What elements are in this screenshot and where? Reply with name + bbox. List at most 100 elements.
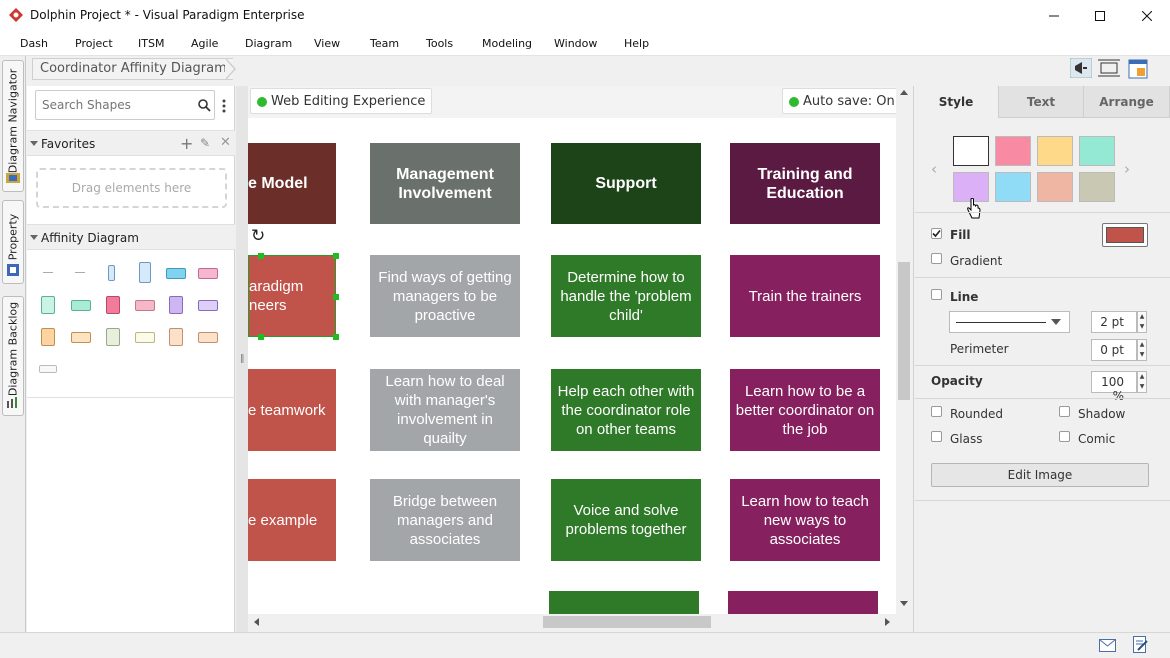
menu-agile[interactable]: Agile xyxy=(191,37,218,50)
menu-help[interactable]: Help xyxy=(624,37,649,50)
shape-purple-wide[interactable] xyxy=(198,300,218,311)
affinity-note-card[interactable]: Help each other with the coordinator rol… xyxy=(551,369,701,451)
shape-rose-wide[interactable] xyxy=(135,300,155,311)
menu-itsm[interactable]: ITSM xyxy=(138,37,164,50)
announcement-icon[interactable] xyxy=(1070,58,1092,78)
selection-handle[interactable] xyxy=(333,334,339,340)
affinity-note-card[interactable]: e example xyxy=(248,479,336,561)
favorites-section-header[interactable]: Favorites + ✎ ✕ xyxy=(27,130,235,156)
shape-note-blue[interactable] xyxy=(139,262,151,283)
shape-mint-wide[interactable] xyxy=(71,300,91,311)
rounded-checkbox[interactable] xyxy=(931,406,942,417)
shape-orange[interactable] xyxy=(41,328,55,346)
web-editing-badge[interactable]: Web Editing Experience xyxy=(250,88,433,114)
menu-diagram[interactable]: Diagram xyxy=(245,37,292,50)
fill-color-button[interactable] xyxy=(1102,223,1148,247)
tab-property[interactable]: Property xyxy=(2,200,24,284)
selection-handle[interactable] xyxy=(333,253,339,259)
color-swatch[interactable] xyxy=(995,136,1031,166)
layout-window-icon[interactable] xyxy=(1128,59,1148,79)
line-checkbox[interactable] xyxy=(931,289,942,300)
shape-rose[interactable] xyxy=(106,296,120,314)
gradient-checkbox[interactable] xyxy=(931,253,942,264)
category-header-card[interactable]: e Model xyxy=(248,143,336,224)
menu-team[interactable]: Team xyxy=(370,37,399,50)
horizontal-scroll-thumb[interactable] xyxy=(543,616,711,628)
close-button[interactable] xyxy=(1124,0,1170,32)
favorites-drop-zone[interactable]: Drag elements here xyxy=(36,168,227,208)
shape-line[interactable] xyxy=(43,272,53,273)
selection-handle[interactable] xyxy=(258,253,264,259)
breadcrumb[interactable]: Coordinator Affinity Diagram xyxy=(32,58,233,80)
category-header-card[interactable]: Training and Education xyxy=(730,143,880,224)
menu-dash[interactable]: Dash xyxy=(20,37,48,50)
affinity-note-card[interactable]: e teamwork xyxy=(248,369,336,451)
tab-diagram-navigator[interactable]: Diagram Navigator xyxy=(2,60,24,192)
partial-note-card[interactable] xyxy=(549,591,699,614)
shape-small-rect[interactable] xyxy=(39,365,57,373)
affinity-note-card[interactable]: Bridge between managers and associates xyxy=(370,479,520,561)
affinity-note-card[interactable]: Learn how to deal with manager's involve… xyxy=(370,369,520,451)
shape-peach[interactable] xyxy=(169,328,183,346)
selection-handle[interactable] xyxy=(258,334,264,340)
shape-purple[interactable] xyxy=(169,296,183,314)
scroll-down-icon[interactable] xyxy=(900,601,908,606)
tab-text[interactable]: Text xyxy=(999,86,1084,118)
panel-splitter[interactable]: ‖ xyxy=(236,86,248,632)
edit-image-button[interactable]: Edit Image xyxy=(931,463,1149,487)
vertical-scroll-thumb[interactable] xyxy=(898,262,910,400)
affinity-note-card[interactable]: Learn how to be a better coordinator on … xyxy=(730,369,880,451)
line-weight-input[interactable]: 2 pt xyxy=(1091,311,1137,333)
edit-favorite-icon[interactable]: ✎ xyxy=(200,136,210,150)
shape-wide-cyan[interactable] xyxy=(166,268,186,279)
comic-checkbox[interactable] xyxy=(1059,431,1070,442)
menu-tools[interactable]: Tools xyxy=(426,37,453,50)
color-swatch[interactable] xyxy=(953,136,989,166)
maximize-button[interactable] xyxy=(1077,0,1123,32)
line-weight-stepper[interactable]: ▲ ▼ xyxy=(1137,311,1147,333)
search-shapes-input[interactable] xyxy=(35,90,215,120)
search-icon[interactable] xyxy=(198,99,211,112)
menu-window[interactable]: Window xyxy=(554,37,597,50)
shape-orange-wide[interactable] xyxy=(71,332,91,343)
selection-handle[interactable] xyxy=(333,294,339,300)
color-swatch[interactable] xyxy=(995,172,1031,202)
more-options-icon[interactable] xyxy=(221,98,227,114)
color-swatch[interactable] xyxy=(1037,172,1073,202)
affinity-note-card[interactable]: Find ways of getting managers to be proa… xyxy=(370,255,520,337)
fit-diagram-icon[interactable] xyxy=(1098,59,1120,77)
affinity-note-card[interactable]: Voice and solve problems together xyxy=(551,479,701,561)
opacity-input[interactable]: 100 % xyxy=(1091,371,1137,403)
tab-diagram-backlog[interactable]: Diagram Backlog xyxy=(2,296,24,416)
line-style-select[interactable] xyxy=(949,311,1070,333)
swatch-prev-icon[interactable]: ‹ xyxy=(931,160,937,178)
tab-style[interactable]: Style xyxy=(914,86,999,118)
shadow-checkbox[interactable] xyxy=(1059,406,1070,417)
affinity-section-header[interactable]: Affinity Diagram xyxy=(27,224,235,250)
mail-icon[interactable] xyxy=(1099,639,1116,652)
glass-checkbox[interactable] xyxy=(931,431,942,442)
category-header-card[interactable]: Management Involvement xyxy=(370,143,520,224)
affinity-note-card[interactable]: Determine how to handle the 'problem chi… xyxy=(551,255,701,337)
shape-peach-wide[interactable] xyxy=(198,332,218,343)
minimize-button[interactable] xyxy=(1031,0,1077,32)
category-header-card[interactable]: Support xyxy=(551,143,701,224)
partial-note-card[interactable] xyxy=(728,591,878,614)
menu-project[interactable]: Project xyxy=(75,37,113,50)
affinity-note-card[interactable]: Train the trainers xyxy=(730,255,880,337)
auto-save-badge[interactable]: Auto save: On xyxy=(782,88,902,114)
shape-cream-wide[interactable] xyxy=(135,332,155,343)
color-swatch[interactable] xyxy=(1079,172,1115,202)
menu-view[interactable]: View xyxy=(314,37,340,50)
fill-checkbox[interactable] xyxy=(931,228,942,239)
shape-line-2[interactable] xyxy=(75,272,85,273)
perimeter-stepper[interactable]: ▲ ▼ xyxy=(1137,339,1147,361)
close-favorite-icon[interactable]: ✕ xyxy=(220,135,231,150)
perimeter-input[interactable]: 0 pt xyxy=(1091,339,1137,361)
tab-arrange[interactable]: Arrange xyxy=(1084,86,1170,118)
affinity-note-card[interactable]: Learn how to teach new ways to associate… xyxy=(730,479,880,561)
color-swatch[interactable] xyxy=(1079,136,1115,166)
document-edit-icon[interactable] xyxy=(1133,636,1148,653)
shape-tall-blue[interactable] xyxy=(108,265,115,281)
swatch-next-icon[interactable]: › xyxy=(1124,160,1130,178)
